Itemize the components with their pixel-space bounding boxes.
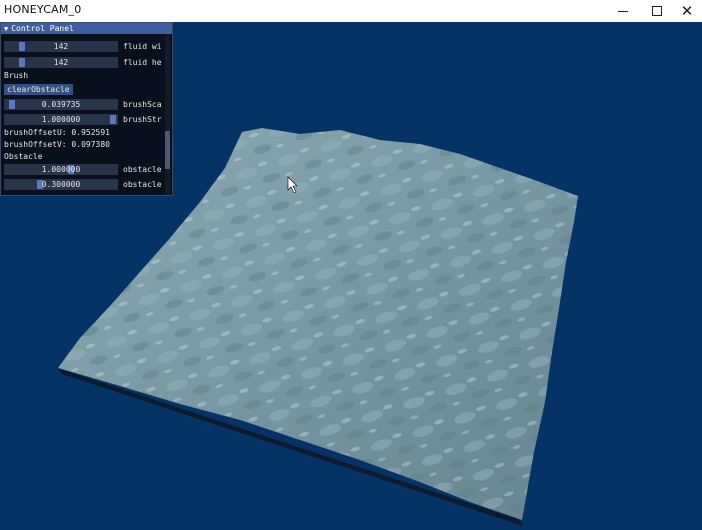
window-title-bar: HONEYCAM_0 ✕ bbox=[0, 0, 702, 23]
obstacle-section-label: Obstacle bbox=[4, 152, 43, 161]
slider-label: fluid he bbox=[123, 58, 162, 67]
slider-label: obstacle bbox=[123, 180, 162, 189]
brush-section-label: Brush bbox=[4, 71, 29, 80]
slider-label: obstacle bbox=[123, 165, 162, 174]
slider-grab[interactable] bbox=[9, 100, 15, 109]
slider-value: 142 bbox=[53, 42, 69, 51]
slider-grab[interactable] bbox=[19, 58, 25, 67]
slider-grab[interactable] bbox=[110, 115, 116, 124]
brush-offset-u: brushOffsetU: 0.952591 bbox=[4, 128, 110, 137]
control-panel: ▼ Control Panel 142 fluid wi 142 fluid h… bbox=[0, 22, 173, 196]
maximize-icon bbox=[652, 6, 662, 16]
panel-scrollbar[interactable] bbox=[165, 35, 170, 195]
close-icon: ✕ bbox=[680, 1, 694, 20]
brush-strength-slider[interactable]: 1.000000 bbox=[4, 114, 118, 125]
maximize-button[interactable] bbox=[640, 0, 674, 22]
control-panel-header[interactable]: ▼ Control Panel bbox=[1, 23, 172, 34]
app-title: HONEYCAM_0 bbox=[4, 3, 82, 16]
brush-offset-v: brushOffsetV: 0.097380 bbox=[4, 140, 110, 149]
slider-label: brushSca bbox=[123, 100, 162, 109]
slider-value: 142 bbox=[53, 58, 69, 67]
obstacle-slider-2[interactable]: 0.300000 bbox=[4, 179, 118, 190]
slider-label: fluid wi bbox=[123, 42, 162, 51]
clear-obstacle-button[interactable]: clearObstacle bbox=[4, 84, 73, 95]
brush-scale-row: 0.039735 brushSca bbox=[4, 99, 162, 110]
collapse-arrow-icon[interactable]: ▼ bbox=[4, 25, 8, 33]
obstacle-row-1: 1.000000 obstacle bbox=[4, 164, 162, 175]
fluid-width-row: 142 fluid wi bbox=[4, 41, 162, 52]
fluid-width-slider[interactable]: 142 bbox=[4, 41, 118, 52]
obstacle-slider-1[interactable]: 1.000000 bbox=[4, 164, 118, 175]
minimize-button[interactable] bbox=[606, 0, 640, 22]
minimize-icon bbox=[618, 10, 628, 12]
slider-value: 0.300000 bbox=[41, 180, 81, 189]
slider-value: 1.000000 bbox=[41, 115, 81, 124]
brush-scale-slider[interactable]: 0.039735 bbox=[4, 99, 118, 110]
slider-grab[interactable] bbox=[19, 42, 25, 51]
fluid-height-slider[interactable]: 142 bbox=[4, 57, 118, 68]
slider-value: 0.039735 bbox=[41, 100, 81, 109]
close-button[interactable]: ✕ bbox=[670, 0, 702, 22]
brush-strength-row: 1.000000 brushStr bbox=[4, 114, 162, 125]
fluid-height-row: 142 fluid he bbox=[4, 57, 162, 68]
slider-label: brushStr bbox=[123, 115, 162, 124]
slider-value: 1.000000 bbox=[41, 165, 81, 174]
control-panel-title: Control Panel bbox=[11, 24, 74, 33]
scrollbar-thumb[interactable] bbox=[165, 131, 170, 169]
obstacle-row-2: 0.300000 obstacle bbox=[4, 179, 162, 190]
